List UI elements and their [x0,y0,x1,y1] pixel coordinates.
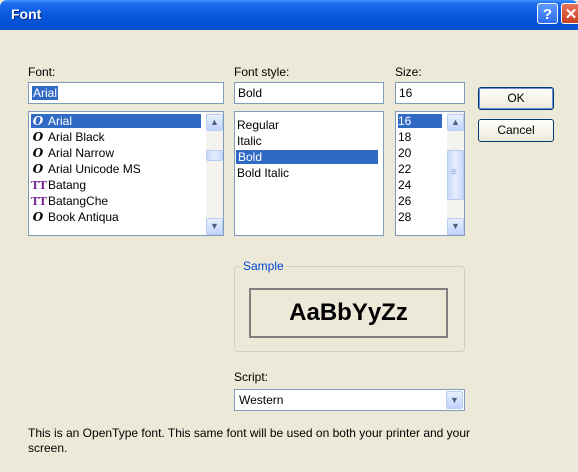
size-list-scrollbar[interactable]: ▲ ≡ ▼ [447,112,464,235]
font-item-batang[interactable]: TTBatang [31,178,86,192]
style-item-bold-italic[interactable]: Bold Italic [237,166,289,180]
close-button[interactable]: ✕ [561,3,578,24]
title-bar[interactable]: Font ? ✕ [0,0,578,30]
font-style-list[interactable]: Regular Italic Bold Bold Italic [234,111,384,236]
chevron-down-icon: ▼ [451,221,460,231]
cancel-button[interactable]: Cancel [478,119,554,142]
scroll-up-button[interactable]: ▲ [206,114,223,131]
size-label: Size: [395,65,422,79]
font-item-label: Book Antiqua [48,210,119,224]
script-label: Script: [234,370,269,384]
font-item-arial[interactable]: O Arial [31,114,201,128]
scroll-thumb[interactable]: ≡ [447,150,464,200]
size-item-22[interactable]: 22 [398,162,411,176]
opentype-icon: O [32,114,44,128]
size-item-28[interactable]: 28 [398,210,411,224]
font-style-label: Font style: [234,65,290,79]
font-style-input[interactable]: Bold [234,82,384,104]
chevron-up-icon: ▲ [210,117,219,127]
scroll-down-button[interactable]: ▼ [206,218,223,235]
opentype-icon: O [32,210,44,224]
style-item-bold[interactable]: Bold [236,150,378,164]
font-description: This is an OpenType font. This same font… [28,426,471,455]
truetype-icon: TT [31,195,47,208]
scroll-up-button[interactable]: ▲ [447,114,464,131]
help-button[interactable]: ? [537,3,558,24]
font-item-book-antiqua[interactable]: O Book Antiqua [31,210,119,224]
sample-preview: AaBbYyZz [249,288,448,338]
style-item-regular[interactable]: Regular [237,118,279,132]
script-select[interactable]: Western ▼ [234,389,465,411]
grip-icon: ≡ [451,167,457,178]
ok-button[interactable]: OK [478,87,554,110]
sample-label: Sample [240,259,287,273]
help-icon: ? [542,6,553,23]
size-item-26[interactable]: 26 [398,194,411,208]
script-dropdown-button[interactable]: ▼ [446,391,463,409]
chevron-up-icon: ▲ [451,117,460,127]
close-icon: ✕ [564,6,578,23]
opentype-icon: O [32,162,44,176]
font-input[interactable]: Arial [28,82,224,104]
font-item-arial-narrow[interactable]: O Arial Narrow [31,146,114,160]
size-input-text: 16 [399,86,413,100]
scroll-thumb[interactable] [206,150,223,161]
size-input[interactable]: 16 [395,82,465,104]
opentype-icon: O [32,130,44,144]
font-item-label: BatangChe [48,194,109,208]
size-item-16[interactable]: 16 [398,114,442,128]
font-input-text: Arial [32,86,59,100]
size-list[interactable]: 16 18 20 22 24 26 28 ▲ ≡ ▼ [395,111,465,236]
font-list[interactable]: O Arial O Arial Black O Arial Narrow O Arial… [28,111,224,236]
font-style-input-text: Bold [238,86,263,100]
font-item-batangche[interactable]: TTBatangChe [31,194,108,208]
chevron-down-icon: ▼ [210,221,219,231]
scroll-down-button[interactable]: ▼ [447,218,464,235]
font-item-label: Arial Narrow [48,146,115,160]
chevron-down-icon: ▼ [450,395,459,405]
font-list-scrollbar[interactable]: ▲ ▼ [206,112,223,235]
size-item-20[interactable]: 20 [398,146,411,160]
style-item-italic[interactable]: Italic [237,134,262,148]
font-item-label: Arial [48,114,73,128]
size-item-18[interactable]: 18 [398,130,411,144]
script-value: Western [239,393,284,407]
window-title: Font [11,6,42,22]
font-item-label: Arial Unicode MS [48,162,141,176]
font-dialog: Font ? ✕ Font: Arial O Arial O Arial Black… [0,0,578,472]
font-item-label: Batang [48,178,87,192]
size-item-24[interactable]: 24 [398,178,411,192]
font-label: Font: [28,65,56,79]
truetype-icon: TT [31,179,47,192]
font-item-arial-unicode-ms[interactable]: O Arial Unicode MS [31,162,141,176]
font-item-label: Arial Black [48,130,105,144]
font-item-arial-black[interactable]: O Arial Black [31,130,105,144]
opentype-icon: O [32,146,44,160]
